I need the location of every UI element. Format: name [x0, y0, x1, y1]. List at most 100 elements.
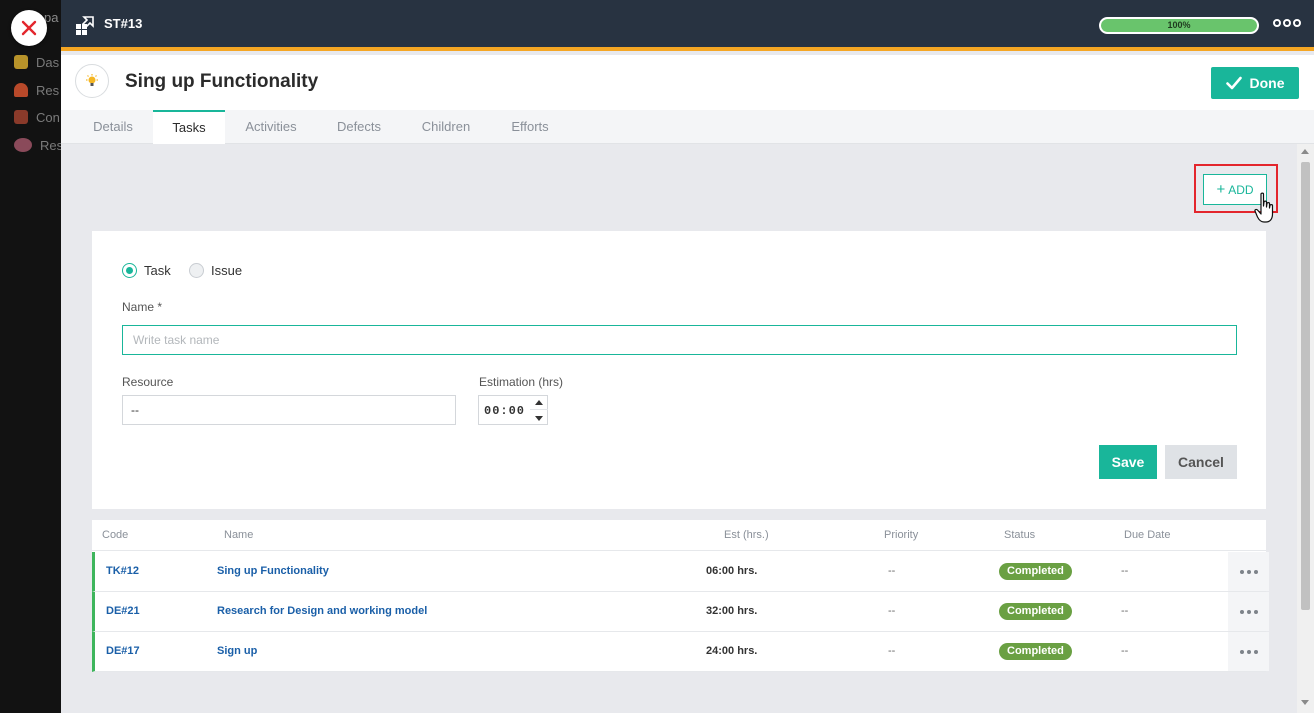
done-button-label: Done: [1249, 75, 1285, 91]
task-name-input[interactable]: [122, 325, 1237, 355]
dot-icon: [1246, 569, 1251, 574]
dot-icon: [1253, 569, 1258, 574]
add-button-label: ADD: [1228, 182, 1254, 197]
type-radio-issue[interactable]: Issue: [189, 263, 242, 278]
name-field-label: Name *: [122, 300, 163, 314]
background-sidebar-item: Das: [14, 52, 59, 72]
estimation-stepper[interactable]: 00:00: [478, 395, 548, 425]
story-detail-panel: ST#13 100% Sing up Functionality Done De…: [61, 0, 1314, 713]
tab-activities[interactable]: Activities: [233, 110, 309, 144]
estimation-field-label: Estimation (hrs): [479, 375, 564, 389]
dot-icon: [1283, 19, 1291, 27]
resource-input[interactable]: [122, 395, 456, 425]
row-due-date: --: [1121, 645, 1129, 657]
dot-icon: [1253, 649, 1258, 654]
background-sidebar-item: Con: [14, 107, 60, 127]
dot-icon: [1239, 649, 1244, 654]
row-code-link[interactable]: TK#12: [106, 565, 139, 577]
dot-icon: [1239, 569, 1244, 574]
calendar-icon: [14, 110, 28, 124]
row-priority: --: [888, 645, 896, 657]
save-button[interactable]: Save: [1099, 445, 1157, 479]
add-task-form: Task Issue Name * Resource Estimation (h…: [92, 231, 1266, 509]
row-name-link[interactable]: Sing up Functionality: [217, 565, 329, 577]
lightbulb-icon: [75, 64, 109, 98]
checkmark-icon: [1225, 76, 1242, 90]
row-code-link[interactable]: DE#17: [106, 645, 140, 657]
story-type-icon: [76, 16, 94, 35]
more-options-button[interactable]: [1273, 19, 1301, 27]
tab-defects[interactable]: Defects: [323, 110, 395, 144]
column-header-name: Name: [224, 529, 254, 541]
dot-icon: [1239, 609, 1244, 614]
close-button[interactable]: [11, 10, 47, 46]
status-badge: Completed: [999, 643, 1072, 660]
row-estimate: 06:00 hrs.: [706, 565, 758, 577]
column-header-due-date: Due Date: [1124, 529, 1171, 541]
tab-bar: Details Tasks Activities Defects Childre…: [61, 110, 1314, 144]
table-header: Code Name Est (hrs.) Priority Status Due…: [92, 520, 1266, 551]
dot-icon: [1253, 609, 1258, 614]
column-header-priority: Priority: [884, 529, 919, 541]
vertical-scrollbar[interactable]: [1297, 144, 1314, 713]
type-radio-task[interactable]: Task: [122, 263, 171, 278]
cancel-button[interactable]: Cancel: [1165, 445, 1237, 479]
row-name-link[interactable]: Sign up: [217, 645, 257, 657]
close-icon: [21, 20, 37, 36]
dot-icon: [1273, 19, 1281, 27]
dashboard-icon: [14, 55, 28, 69]
column-header-status: Status: [1004, 529, 1036, 541]
estimation-decrement-button[interactable]: [530, 411, 548, 425]
tab-details[interactable]: Details: [79, 110, 147, 144]
estimation-value: 00:00: [484, 404, 526, 418]
tasks-table: Code Name Est (hrs.) Priority Status Due…: [92, 520, 1269, 672]
tab-children[interactable]: Children: [407, 110, 485, 144]
person-icon: [14, 83, 28, 97]
resource-field-label: Resource: [122, 375, 174, 389]
dot-icon: [1246, 649, 1251, 654]
radio-selected-icon: [122, 263, 137, 278]
status-badge: Completed: [999, 563, 1072, 580]
row-due-date: --: [1121, 605, 1129, 617]
hand-cursor-icon: [1254, 192, 1274, 223]
column-header-code: Code: [102, 529, 129, 541]
row-priority: --: [888, 565, 896, 577]
row-code-link[interactable]: DE#21: [106, 605, 140, 617]
scroll-up-arrow-icon[interactable]: [1301, 149, 1309, 154]
dot-icon: [1293, 19, 1301, 27]
row-more-button[interactable]: [1228, 552, 1269, 591]
status-badge: Completed: [999, 603, 1072, 620]
done-button[interactable]: Done: [1211, 67, 1299, 99]
background-sidebar-item: Res: [14, 80, 59, 100]
tab-tasks[interactable]: Tasks: [153, 110, 225, 144]
radio-label: Task: [144, 263, 171, 278]
story-header: Sing up Functionality Done: [61, 55, 1314, 110]
scroll-thumb[interactable]: [1301, 162, 1310, 610]
row-estimate: 24:00 hrs.: [706, 645, 758, 657]
progress-text: 100%: [1167, 20, 1191, 30]
panel-topbar: ST#13 100%: [61, 0, 1314, 51]
dot-icon: [1246, 609, 1251, 614]
radio-unselected-icon: [189, 263, 204, 278]
row-more-button[interactable]: [1228, 632, 1269, 671]
background-sidebar: pa Das Res Con Res: [0, 0, 61, 713]
table-row[interactable]: TK#12 Sing up Functionality 06:00 hrs. -…: [92, 552, 1269, 592]
caret-up-icon: [535, 400, 543, 405]
table-row[interactable]: DE#17 Sign up 24:00 hrs. -- Completed --: [92, 632, 1269, 672]
row-estimate: 32:00 hrs.: [706, 605, 758, 617]
row-name-link[interactable]: Research for Design and working model: [217, 605, 427, 617]
column-header-est: Est (hrs.): [724, 529, 769, 541]
row-more-button[interactable]: [1228, 592, 1269, 631]
row-priority: --: [888, 605, 896, 617]
story-title: Sing up Functionality: [125, 71, 319, 92]
scroll-down-arrow-icon[interactable]: [1301, 700, 1309, 705]
estimation-increment-button[interactable]: [530, 396, 548, 410]
row-due-date: --: [1121, 565, 1129, 577]
table-row[interactable]: DE#21 Research for Design and working mo…: [92, 592, 1269, 632]
plus-icon: +: [1216, 180, 1226, 198]
caret-down-icon: [535, 415, 543, 421]
progress-bar: 100%: [1099, 17, 1259, 34]
tab-efforts[interactable]: Efforts: [497, 110, 563, 144]
background-sidebar-item: Res: [14, 135, 61, 155]
radio-label: Issue: [211, 263, 243, 278]
